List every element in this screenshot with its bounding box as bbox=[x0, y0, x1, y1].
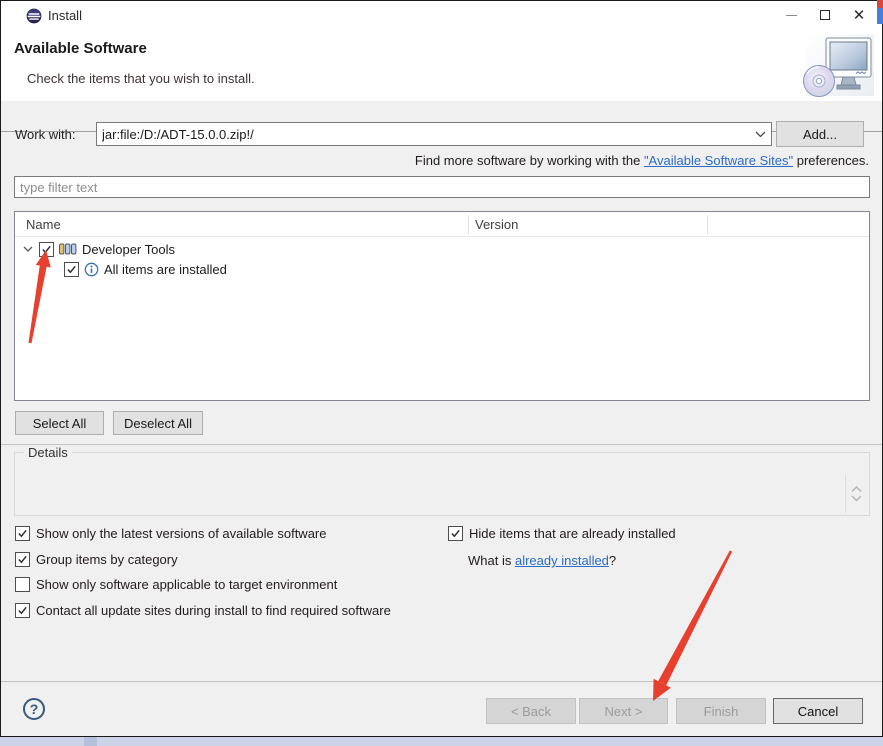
checkbox-group-by-category[interactable] bbox=[15, 551, 30, 567]
close-button[interactable]: ✕ bbox=[842, 1, 876, 29]
details-scrollbar[interactable] bbox=[845, 475, 862, 513]
wizard-header: Available Software Check the items that … bbox=[1, 31, 882, 132]
option-target-environment[interactable]: Show only software applicable to target … bbox=[15, 576, 337, 592]
chevron-down-icon[interactable] bbox=[22, 243, 34, 255]
maximize-button[interactable] bbox=[808, 1, 842, 29]
info-icon bbox=[84, 262, 99, 276]
filter-input[interactable] bbox=[15, 177, 869, 197]
option-hide-installed[interactable]: Hide items that are already installed bbox=[448, 525, 676, 541]
column-name[interactable]: Name bbox=[26, 217, 61, 232]
option-label: Group items by category bbox=[36, 551, 178, 567]
tree-item-label[interactable]: Developer Tools bbox=[82, 242, 175, 257]
next-button[interactable]: Next > bbox=[579, 698, 668, 724]
option-label: Contact all update sites during install … bbox=[36, 602, 391, 618]
hint-suffix: preferences. bbox=[793, 153, 869, 168]
details-group: Details bbox=[14, 445, 870, 516]
option-contact-update-sites[interactable]: Contact all update sites during install … bbox=[15, 602, 391, 618]
section-separator bbox=[1, 444, 882, 445]
screenshot-root: Install ✕ Available Software Check the i… bbox=[0, 0, 883, 746]
background-strip bbox=[0, 737, 883, 746]
select-all-button[interactable]: Select All bbox=[15, 411, 104, 435]
find-more-hint: Find more software by working with the "… bbox=[415, 153, 869, 168]
already-installed-link[interactable]: already installed bbox=[515, 553, 609, 568]
background-corner-blue bbox=[877, 8, 883, 24]
option-label: Show only software applicable to target … bbox=[36, 576, 338, 592]
tree-item-label[interactable]: All items are installed bbox=[104, 262, 227, 277]
chevron-up-icon[interactable] bbox=[851, 486, 862, 493]
window-controls: ✕ bbox=[774, 1, 876, 29]
cancel-button[interactable]: Cancel bbox=[773, 698, 863, 724]
column-divider[interactable] bbox=[468, 215, 469, 234]
deselect-all-button[interactable]: Deselect All bbox=[113, 411, 203, 435]
eclipse-logo-icon bbox=[26, 8, 42, 24]
tree-row-all-items-installed[interactable]: All items are installed bbox=[64, 260, 227, 278]
checkbox-target-environment[interactable] bbox=[15, 576, 30, 592]
work-with-combo[interactable] bbox=[96, 122, 772, 146]
option-group-by-category[interactable]: Group items by category bbox=[15, 551, 178, 567]
tree-header: Name Version bbox=[15, 212, 869, 237]
add-button[interactable]: Add... bbox=[776, 121, 864, 147]
install-dialog: Install ✕ Available Software Check the i… bbox=[0, 0, 883, 737]
hint-prefix: Find more software by working with the bbox=[414, 153, 644, 168]
back-button[interactable]: < Back bbox=[486, 698, 576, 724]
page-title: Available Software bbox=[14, 40, 147, 57]
available-software-sites-link[interactable]: "Available Software Sites" bbox=[644, 153, 793, 168]
work-with-label: Work with: bbox=[15, 127, 76, 142]
checkbox-all-items[interactable] bbox=[64, 261, 79, 277]
background-corner-red bbox=[877, 0, 883, 8]
question-mark-icon: ? bbox=[29, 701, 39, 717]
titlebar[interactable]: Install ✕ bbox=[1, 1, 882, 31]
checkbox-contact-update-sites[interactable] bbox=[15, 602, 30, 618]
work-with-input[interactable] bbox=[97, 126, 749, 142]
tree-row-developer-tools[interactable]: Developer Tools bbox=[22, 240, 175, 258]
checkbox-latest-versions[interactable] bbox=[15, 525, 30, 541]
minimize-button[interactable] bbox=[774, 1, 808, 29]
option-label: Show only the latest versions of availab… bbox=[36, 525, 327, 541]
background-scroll-thumb bbox=[84, 737, 97, 746]
checkbox-developer-tools[interactable] bbox=[39, 241, 54, 257]
finish-button[interactable]: Finish bbox=[676, 698, 766, 724]
category-icon bbox=[59, 243, 77, 255]
option-label: Hide items that are already installed bbox=[469, 525, 676, 541]
filter-box bbox=[14, 176, 870, 198]
what-is-installed-line: What is already installed? bbox=[468, 553, 616, 568]
maximize-icon bbox=[820, 10, 830, 20]
details-label: Details bbox=[24, 445, 72, 460]
column-version[interactable]: Version bbox=[475, 217, 518, 232]
page-description: Check the items that you wish to install… bbox=[27, 71, 255, 86]
close-icon: ✕ bbox=[852, 6, 866, 24]
monitor-cd-icon bbox=[803, 34, 874, 97]
column-divider[interactable] bbox=[707, 215, 708, 234]
minimize-icon bbox=[785, 14, 797, 16]
chevron-down-icon[interactable] bbox=[851, 495, 862, 502]
option-latest-versions[interactable]: Show only the latest versions of availab… bbox=[15, 525, 327, 541]
scrollbar-divider bbox=[845, 475, 846, 513]
what-is-suffix: ? bbox=[608, 553, 617, 568]
what-is-prefix: What is bbox=[468, 553, 515, 568]
help-button[interactable]: ? bbox=[23, 698, 45, 720]
software-tree[interactable]: Name Version Developer Tools All items a… bbox=[14, 211, 870, 401]
window-title: Install bbox=[48, 8, 82, 23]
chevron-down-icon[interactable] bbox=[749, 131, 771, 138]
checkbox-hide-installed[interactable] bbox=[448, 525, 463, 541]
footer-separator bbox=[1, 681, 882, 682]
